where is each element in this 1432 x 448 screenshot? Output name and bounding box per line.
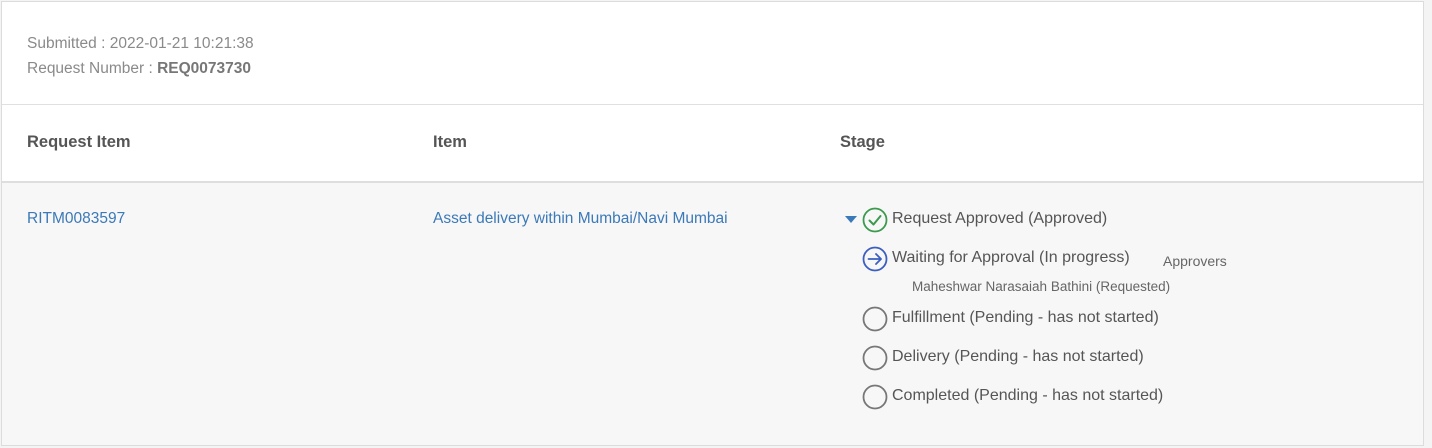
table-header: Request Item Item Stage <box>2 105 1423 183</box>
stage-label: Waiting for Approval (In progress) <box>892 249 1130 266</box>
empty-circle-icon <box>862 345 888 371</box>
approvers-label: Approvers <box>1163 253 1227 269</box>
submitted-label: Submitted : <box>27 35 110 52</box>
stage-label: Fulfillment (Pending - has not started) <box>892 309 1159 326</box>
stage-label: Request Approved (Approved) <box>892 210 1108 227</box>
approver-entry: Maheshwar Narasaiah Bathini (Requested) <box>912 279 1171 294</box>
item-link[interactable]: Asset delivery within Mumbai/Navi Mumbai <box>433 210 728 228</box>
request-number-value: REQ0073730 <box>157 60 252 77</box>
submitted-line: Submitted : 2022-01-21 10:21:38 <box>27 31 254 56</box>
header-stage: Stage <box>840 133 885 151</box>
empty-circle-icon <box>862 384 888 410</box>
request-number-label: Request Number : <box>27 60 158 77</box>
arrow-circle-icon <box>862 246 888 272</box>
header-request-item: Request Item <box>27 133 131 151</box>
request-item-link[interactable]: RITM0083597 <box>27 210 125 228</box>
table-row: RITM0083597 Asset delivery within Mumbai… <box>2 183 1423 445</box>
check-circle-icon <box>862 207 888 233</box>
request-meta: Submitted : 2022-01-21 10:21:38 Request … <box>27 31 254 81</box>
stage-label: Completed (Pending - has not started) <box>892 387 1164 404</box>
empty-circle-icon <box>862 306 888 332</box>
request-card: Submitted : 2022-01-21 10:21:38 Request … <box>1 1 1424 446</box>
header-item: Item <box>433 133 467 151</box>
request-number-line: Request Number : REQ0073730 <box>27 56 254 81</box>
collapse-caret-icon[interactable] <box>845 216 857 223</box>
submitted-value: 2022-01-21 10:21:38 <box>109 35 254 52</box>
stage-label: Delivery (Pending - has not started) <box>892 348 1144 365</box>
